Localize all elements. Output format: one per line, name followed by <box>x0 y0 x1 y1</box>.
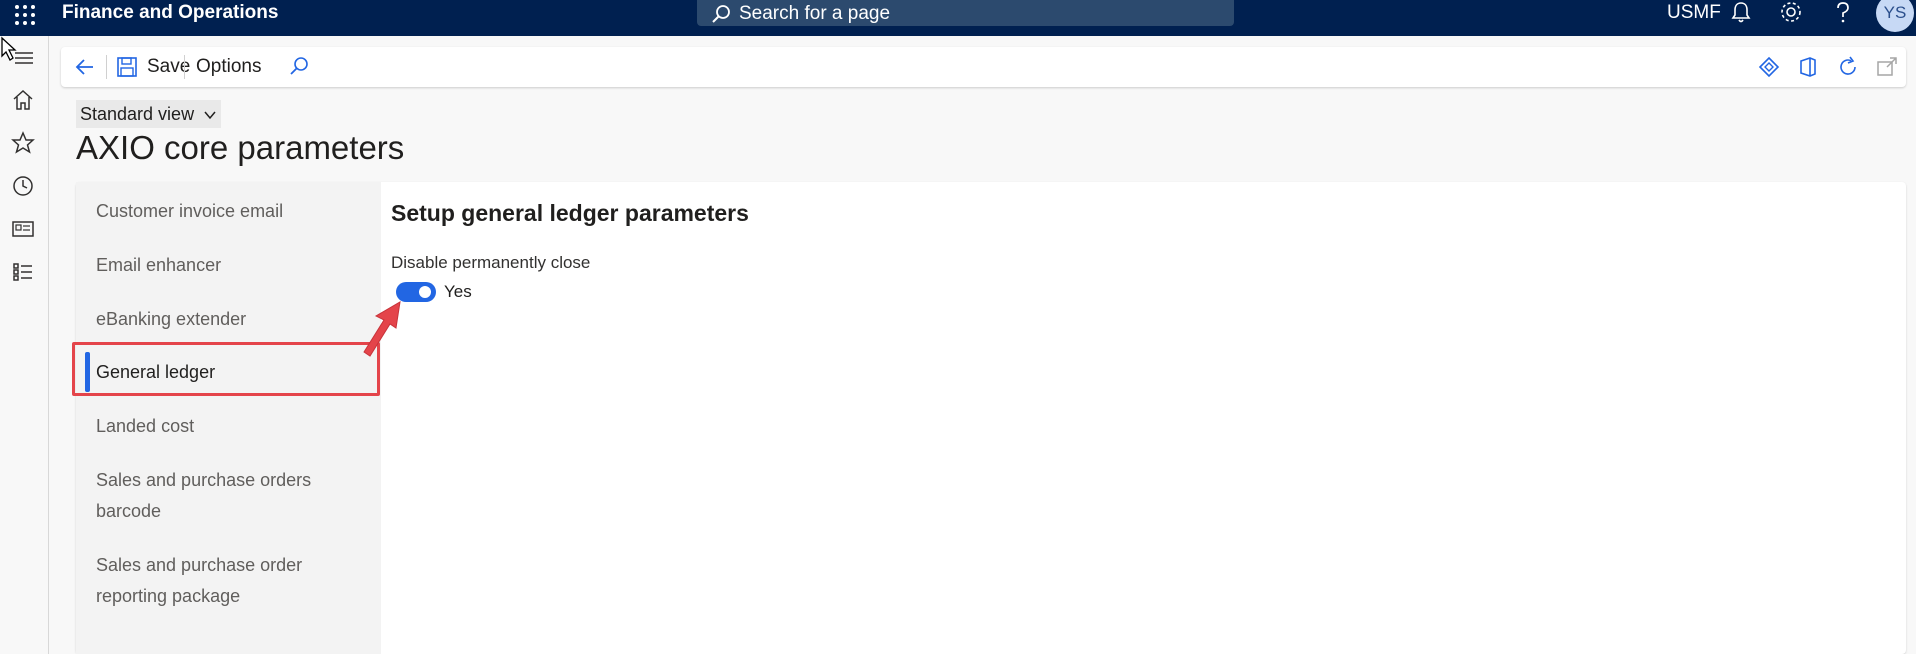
top-navigation-bar: Finance and Operations Search for a page… <box>0 0 1916 36</box>
tab-ebanking-extender[interactable]: eBanking extender <box>96 304 366 335</box>
tab-email-enhancer[interactable]: Email enhancer <box>96 250 366 281</box>
workspace-icon[interactable] <box>10 216 36 242</box>
search-placeholder: Search for a page <box>739 3 891 24</box>
section-title: Setup general ledger parameters <box>391 200 749 226</box>
back-arrow-icon[interactable] <box>73 55 97 79</box>
search-icon <box>712 5 730 23</box>
bell-icon[interactable] <box>1728 0 1754 26</box>
list-icon[interactable] <box>10 259 36 285</box>
toggle-knob <box>419 286 431 298</box>
divider <box>184 55 185 79</box>
annotation-arrow <box>363 301 401 357</box>
app-title[interactable]: Finance and Operations <box>62 2 278 24</box>
view-label: Standard view <box>80 104 195 124</box>
tab-sales-purchase-order-reporting-package[interactable]: Sales and purchase order reporting packa… <box>96 550 366 612</box>
waffle-icon[interactable] <box>12 2 38 28</box>
gear-icon[interactable] <box>1778 0 1804 26</box>
tab-sales-purchase-orders-barcode[interactable]: Sales and purchase orders barcode <box>96 465 366 527</box>
star-icon[interactable] <box>10 130 36 156</box>
search-icon[interactable] <box>287 55 311 79</box>
clock-icon[interactable] <box>10 173 36 199</box>
view-selector[interactable]: Standard view <box>76 100 222 128</box>
search-box[interactable]: Search for a page <box>697 0 1234 26</box>
page-title: AXIO core parameters <box>76 129 405 166</box>
divider <box>106 55 107 79</box>
options-tab[interactable]: Options <box>196 47 261 87</box>
tab-customer-invoice-email[interactable]: Customer invoice email <box>96 196 366 227</box>
office-icon[interactable] <box>1796 55 1820 79</box>
highlight-box <box>72 342 380 396</box>
help-icon[interactable] <box>1830 0 1856 26</box>
diamond-icon[interactable] <box>1757 55 1781 79</box>
action-pane: Save Options <box>61 47 1906 87</box>
left-navigation-rail <box>0 36 49 654</box>
home-icon[interactable] <box>10 87 36 113</box>
popout-icon[interactable] <box>1875 55 1899 79</box>
mouse-cursor <box>1 36 17 61</box>
field-label: Disable permanently close <box>391 253 591 272</box>
chevron-down-icon <box>204 111 216 120</box>
company-selector[interactable]: USMF <box>1667 2 1721 24</box>
refresh-icon[interactable] <box>1836 55 1860 79</box>
save-icon <box>117 57 137 77</box>
toggle-value: Yes <box>444 282 472 301</box>
avatar[interactable]: YS <box>1876 0 1914 32</box>
tab-landed-cost[interactable]: Landed cost <box>96 411 366 442</box>
